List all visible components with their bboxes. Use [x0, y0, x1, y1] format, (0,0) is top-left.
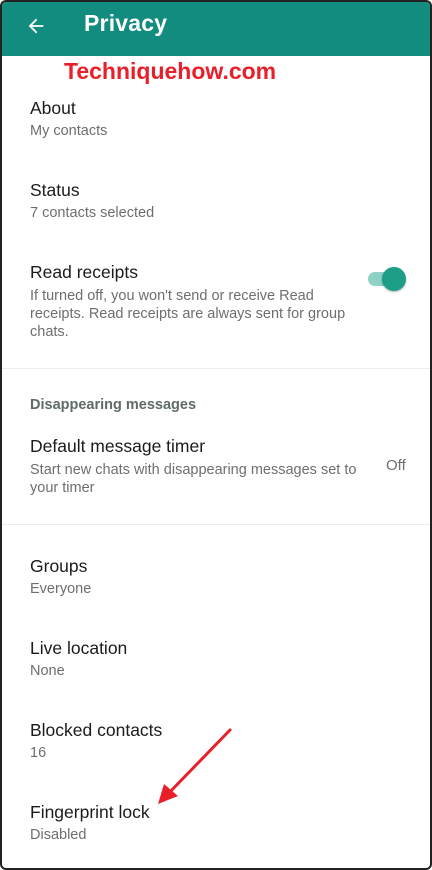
- groups-setting[interactable]: Groups Everyone: [2, 550, 430, 616]
- privacy-screen: Privacy Techniquehow.com About My contac…: [0, 0, 432, 870]
- groups-value: Everyone: [30, 581, 92, 597]
- fingerprint-lock-title: Fingerprint lock: [30, 802, 150, 822]
- groups-title: Groups: [30, 556, 88, 576]
- section-divider: [2, 524, 430, 525]
- status-setting[interactable]: Status 7 contacts selected: [2, 174, 430, 240]
- annotation-arrow-icon: [158, 728, 232, 804]
- toggle-thumb: [382, 267, 406, 291]
- live-location-setting[interactable]: Live location None: [2, 632, 430, 698]
- about-setting[interactable]: About My contacts: [2, 92, 430, 158]
- read-receipts-description: If turned off, you won't send or receive…: [30, 288, 346, 340]
- blocked-contacts-count: 16: [30, 745, 47, 761]
- live-location-value: None: [30, 663, 65, 679]
- read-receipts-title: Read receipts: [30, 262, 138, 282]
- default-message-timer-setting[interactable]: Default message timer Start new chats wi…: [2, 430, 430, 510]
- page-title: Privacy: [84, 10, 168, 36]
- watermark-text: Techniquehow.com: [64, 58, 277, 84]
- default-timer-description: Start new chats with disappearing messag…: [30, 462, 357, 496]
- app-bar: Privacy: [2, 2, 430, 56]
- status-value: 7 contacts selected: [30, 205, 155, 221]
- about-title: About: [30, 98, 76, 118]
- fingerprint-lock-value: Disabled: [30, 827, 87, 843]
- section-divider: [2, 368, 430, 369]
- live-location-title: Live location: [30, 638, 128, 658]
- read-receipts-toggle[interactable]: [364, 265, 406, 293]
- disappearing-messages-header: Disappearing messages: [30, 397, 197, 413]
- about-value: My contacts: [30, 123, 108, 139]
- back-button[interactable]: [16, 8, 56, 44]
- status-title: Status: [30, 180, 80, 200]
- default-timer-value: Off: [386, 457, 406, 474]
- default-timer-title: Default message timer: [30, 436, 206, 456]
- arrow-back-icon: [28, 18, 44, 34]
